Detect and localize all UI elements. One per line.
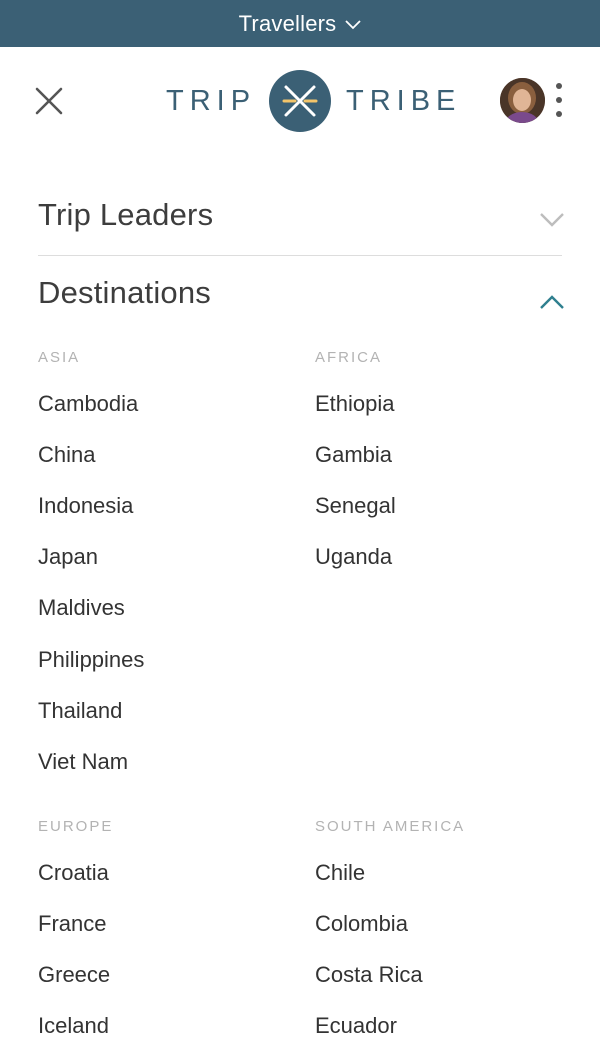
- destination-link[interactable]: Colombia: [315, 911, 408, 937]
- destination-link[interactable]: Japan: [38, 544, 98, 570]
- logo-word-trip: TRIP: [166, 85, 257, 117]
- destination-link[interactable]: Uganda: [315, 544, 392, 570]
- trip-leaders-section-header[interactable]: Trip Leaders: [38, 195, 565, 240]
- travellers-label: Travellers: [238, 10, 337, 36]
- destination-link[interactable]: Cambodia: [38, 391, 138, 417]
- region-label-south-america: SOUTH AMERICA: [315, 818, 466, 835]
- chevron-up-icon: [539, 294, 565, 310]
- destination-link[interactable]: Chile: [315, 860, 365, 886]
- destination-link[interactable]: Croatia: [38, 860, 109, 886]
- kebab-menu-icon[interactable]: [552, 83, 566, 119]
- destinations-section-header[interactable]: Destinations: [38, 273, 565, 318]
- site-header: TRIP TRIBE: [0, 47, 600, 157]
- destination-link[interactable]: Viet Nam: [38, 749, 128, 775]
- destination-link[interactable]: France: [38, 911, 106, 937]
- destination-link[interactable]: Greece: [38, 962, 110, 988]
- destination-link[interactable]: China: [38, 442, 95, 468]
- destination-link[interactable]: Iceland: [38, 1013, 109, 1039]
- destination-link[interactable]: Ecuador: [315, 1013, 397, 1039]
- destination-link[interactable]: Indonesia: [38, 493, 133, 519]
- destination-link[interactable]: Thailand: [38, 698, 122, 724]
- chevron-down-icon: [345, 20, 362, 30]
- destination-link[interactable]: Senegal: [315, 493, 396, 519]
- destination-link[interactable]: Gambia: [315, 442, 392, 468]
- section-divider: [38, 255, 562, 256]
- region-label-asia: ASIA: [38, 349, 81, 366]
- logo-word-tribe: TRIBE: [346, 85, 462, 117]
- region-label-africa: AFRICA: [315, 349, 383, 366]
- destination-link[interactable]: Philippines: [38, 647, 144, 673]
- region-label-europe: EUROPE: [38, 818, 114, 835]
- destination-link[interactable]: Maldives: [38, 595, 125, 621]
- trip-leaders-title: Trip Leaders: [38, 197, 214, 232]
- chevron-down-icon: [539, 212, 565, 228]
- crossed-arrows-icon: [269, 70, 331, 132]
- user-avatar[interactable]: [500, 78, 545, 123]
- destinations-title: Destinations: [38, 275, 211, 310]
- destination-link[interactable]: Costa Rica: [315, 962, 423, 988]
- destination-link[interactable]: Ethiopia: [315, 391, 395, 417]
- travellers-menu-toggle[interactable]: Travellers: [0, 0, 600, 47]
